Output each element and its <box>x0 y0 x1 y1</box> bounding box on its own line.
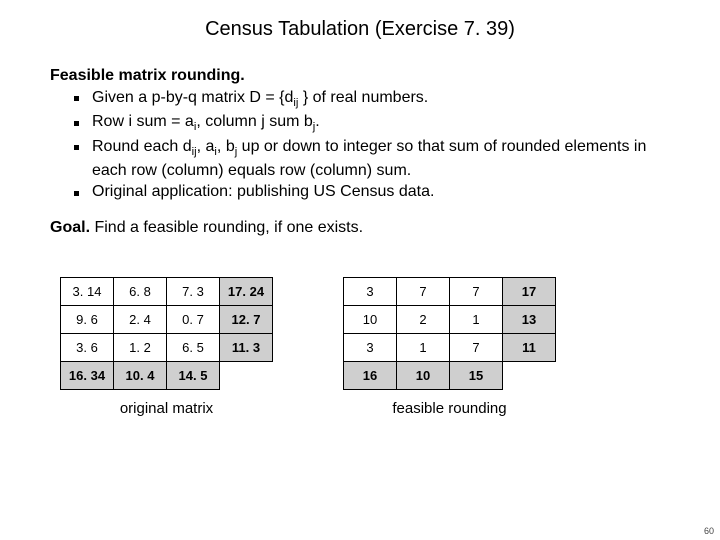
bullet-item: Round each dij, ai, bj up or down to int… <box>74 136 670 182</box>
original-matrix-wrap: 3. 14 6. 8 7. 3 17. 24 9. 6 2. 4 0. 7 12… <box>60 277 273 417</box>
page-number: 60 <box>704 526 714 536</box>
bullet-item: Given a p-by-q matrix D = {dij } of real… <box>74 87 670 111</box>
table-row: 3 7 7 17 <box>344 278 556 306</box>
table-row: 9. 6 2. 4 0. 7 12. 7 <box>61 306 273 334</box>
page-title: Census Tabulation (Exercise 7. 39) <box>50 18 670 41</box>
table-row: 10 2 1 13 <box>344 306 556 334</box>
table-row: 16 10 15 <box>344 362 556 390</box>
table-row: 16. 34 10. 4 14. 5 <box>61 362 273 390</box>
original-caption: original matrix <box>120 400 213 417</box>
heading-feasible: Feasible matrix rounding. <box>50 67 245 84</box>
table-row: 3. 6 1. 2 6. 5 11. 3 <box>61 334 273 362</box>
table-row: 3. 14 6. 8 7. 3 17. 24 <box>61 278 273 306</box>
rounded-matrix-wrap: 3 7 7 17 10 2 1 13 3 1 7 11 <box>343 277 556 417</box>
table-row: 3 1 7 11 <box>344 334 556 362</box>
rounded-caption: feasible rounding <box>392 400 506 417</box>
bullet-list: Given a p-by-q matrix D = {dij } of real… <box>74 87 670 203</box>
section-feasible: Feasible matrix rounding. Given a p-by-q… <box>50 67 670 203</box>
rounded-matrix-table: 3 7 7 17 10 2 1 13 3 1 7 11 <box>343 277 556 390</box>
bullet-item: Original application: publishing US Cens… <box>74 181 670 203</box>
bullet-item: Row i sum = ai, column j sum bj. <box>74 111 670 135</box>
goal-line: Goal. Find a feasible rounding, if one e… <box>50 219 670 237</box>
tables-area: 3. 14 6. 8 7. 3 17. 24 9. 6 2. 4 0. 7 12… <box>50 277 670 417</box>
slide: Census Tabulation (Exercise 7. 39) Feasi… <box>0 0 720 417</box>
original-matrix-table: 3. 14 6. 8 7. 3 17. 24 9. 6 2. 4 0. 7 12… <box>60 277 273 390</box>
